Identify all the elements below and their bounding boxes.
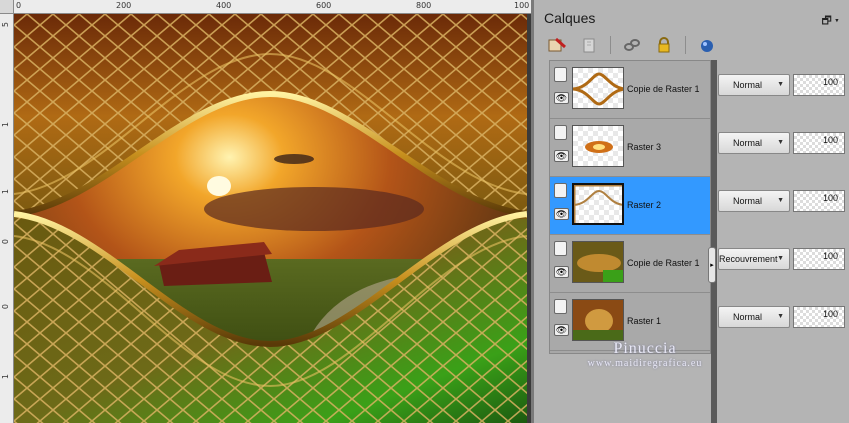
layer-mask-toggle-icon[interactable] (554, 241, 567, 256)
eye-icon[interactable]: 👁 (554, 208, 569, 220)
layers-toolbar (546, 34, 718, 56)
layer-name: Raster 2 (627, 200, 662, 210)
layer-mask-toggle-icon[interactable] (554, 183, 567, 198)
layer-row[interactable]: 👁 Raster 3 (550, 119, 710, 177)
blend-mode-value: Normal (733, 196, 763, 206)
ruler-corner (0, 0, 14, 14)
mask-icon[interactable] (696, 35, 718, 55)
ruler-left: 5 1 1 0 0 1 (0, 14, 14, 423)
opacity-field[interactable]: 100 (793, 306, 845, 328)
watermark-url: www.maidiregrafica.eu (587, 358, 703, 369)
blend-mode-dropdown[interactable]: Recouvrement ▼ (718, 248, 790, 270)
blend-mode-dropdown[interactable]: Normal ▼ (718, 306, 790, 328)
toolbar-separator (610, 36, 611, 54)
layer-thumbnail (572, 299, 624, 341)
dropdown-arrow-icon: ▼ (777, 255, 784, 262)
layer-row[interactable]: 👁 Copie de Raster 1 (550, 61, 710, 119)
ruler-left-label: 5 (1, 22, 10, 28)
splitter-arrow-icon[interactable]: ▸ (708, 247, 716, 283)
paint-layer-icon[interactable] (546, 35, 568, 55)
layer-properties-row: Recouvrement ▼ 100 (718, 234, 849, 292)
ruler-left-label: 1 (1, 189, 10, 195)
layer-name: Raster 1 (627, 316, 662, 326)
eye-icon[interactable]: 👁 (554, 92, 569, 104)
blend-mode-dropdown[interactable]: Normal ▼ (718, 190, 790, 212)
layer-row[interactable]: 👁 Copie de Raster 1 (550, 235, 710, 293)
ruler-top-label: 0 (16, 1, 22, 10)
document-layer-icon[interactable] (578, 35, 600, 55)
ruler-top-label: 600 (316, 1, 332, 10)
toolbar-separator (685, 36, 686, 54)
panel-title: Calques (544, 10, 596, 26)
canvas-area[interactable]: 0 200 400 600 800 100 5 1 1 0 0 1 (0, 0, 531, 423)
opacity-field[interactable]: 100 (793, 132, 845, 154)
layer-thumbnail (572, 183, 624, 225)
link-icon[interactable] (621, 35, 643, 55)
ruler-top-label: 800 (416, 1, 432, 10)
dropdown-arrow-icon: ▼ (777, 197, 784, 204)
ruler-top-label: 400 (216, 1, 232, 10)
layer-mask-toggle-icon[interactable] (554, 67, 567, 82)
ruler-top-label: 200 (116, 1, 132, 10)
opacity-field[interactable]: 100 (793, 74, 845, 96)
layers-list: 👁 Copie de Raster 1 👁 Raster 3 👁 Raster … (549, 60, 711, 354)
eye-icon[interactable]: 👁 (554, 324, 569, 336)
ruler-top-label: 100 (514, 1, 530, 10)
panel-menu-button[interactable]: 🗗 ▾ (822, 12, 839, 31)
artwork-image (14, 14, 527, 423)
ruler-top: 0 200 400 600 800 100 (14, 0, 531, 14)
layer-name: Copie de Raster 1 (627, 258, 700, 268)
watermark-name: Pinuccia (613, 340, 677, 357)
layer-name: Raster 3 (627, 142, 662, 152)
dropdown-arrow-icon: ▼ (777, 313, 784, 320)
layer-properties-row: Normal ▼ 100 (718, 118, 849, 176)
layer-thumbnail (572, 67, 624, 109)
opacity-field[interactable]: 100 (793, 190, 845, 212)
blend-mode-value: Normal (733, 80, 763, 90)
dropdown-arrow-icon: ▼ (777, 139, 784, 146)
layer-properties-row: Normal ▼ 100 (718, 60, 849, 118)
blend-mode-value: Normal (733, 138, 763, 148)
ruler-left-label: 0 (1, 239, 10, 245)
layer-thumbnail (572, 125, 624, 167)
eye-icon[interactable]: 👁 (554, 266, 569, 278)
layer-thumbnail (572, 241, 624, 283)
image-canvas[interactable] (14, 14, 527, 423)
blend-mode-dropdown[interactable]: Normal ▼ (718, 74, 790, 96)
blend-mode-dropdown[interactable]: Normal ▼ (718, 132, 790, 154)
layer-mask-toggle-icon[interactable] (554, 125, 567, 140)
dropdown-arrow-icon: ▼ (777, 81, 784, 88)
eye-icon[interactable]: 👁 (554, 150, 569, 162)
layer-row-selected[interactable]: 👁 Raster 2 (550, 177, 710, 235)
watermark: Pinuccia www.maidiregrafica.eu (540, 340, 750, 369)
layer-mask-toggle-icon[interactable] (554, 299, 567, 314)
ruler-left-label: 1 (1, 122, 10, 128)
ruler-left-label: 1 (1, 374, 10, 380)
lock-icon[interactable] (653, 35, 675, 55)
blend-mode-value: Normal (733, 312, 763, 322)
layer-properties-row: Normal ▼ 100 (718, 176, 849, 234)
opacity-field[interactable]: 100 (793, 248, 845, 270)
blend-mode-value: Recouvrement (719, 254, 778, 264)
layer-properties: Normal ▼ 100 Normal ▼ 100 Normal ▼ 100 Reco… (718, 60, 849, 354)
ruler-left-label: 0 (1, 304, 10, 310)
layer-name: Copie de Raster 1 (627, 84, 700, 94)
